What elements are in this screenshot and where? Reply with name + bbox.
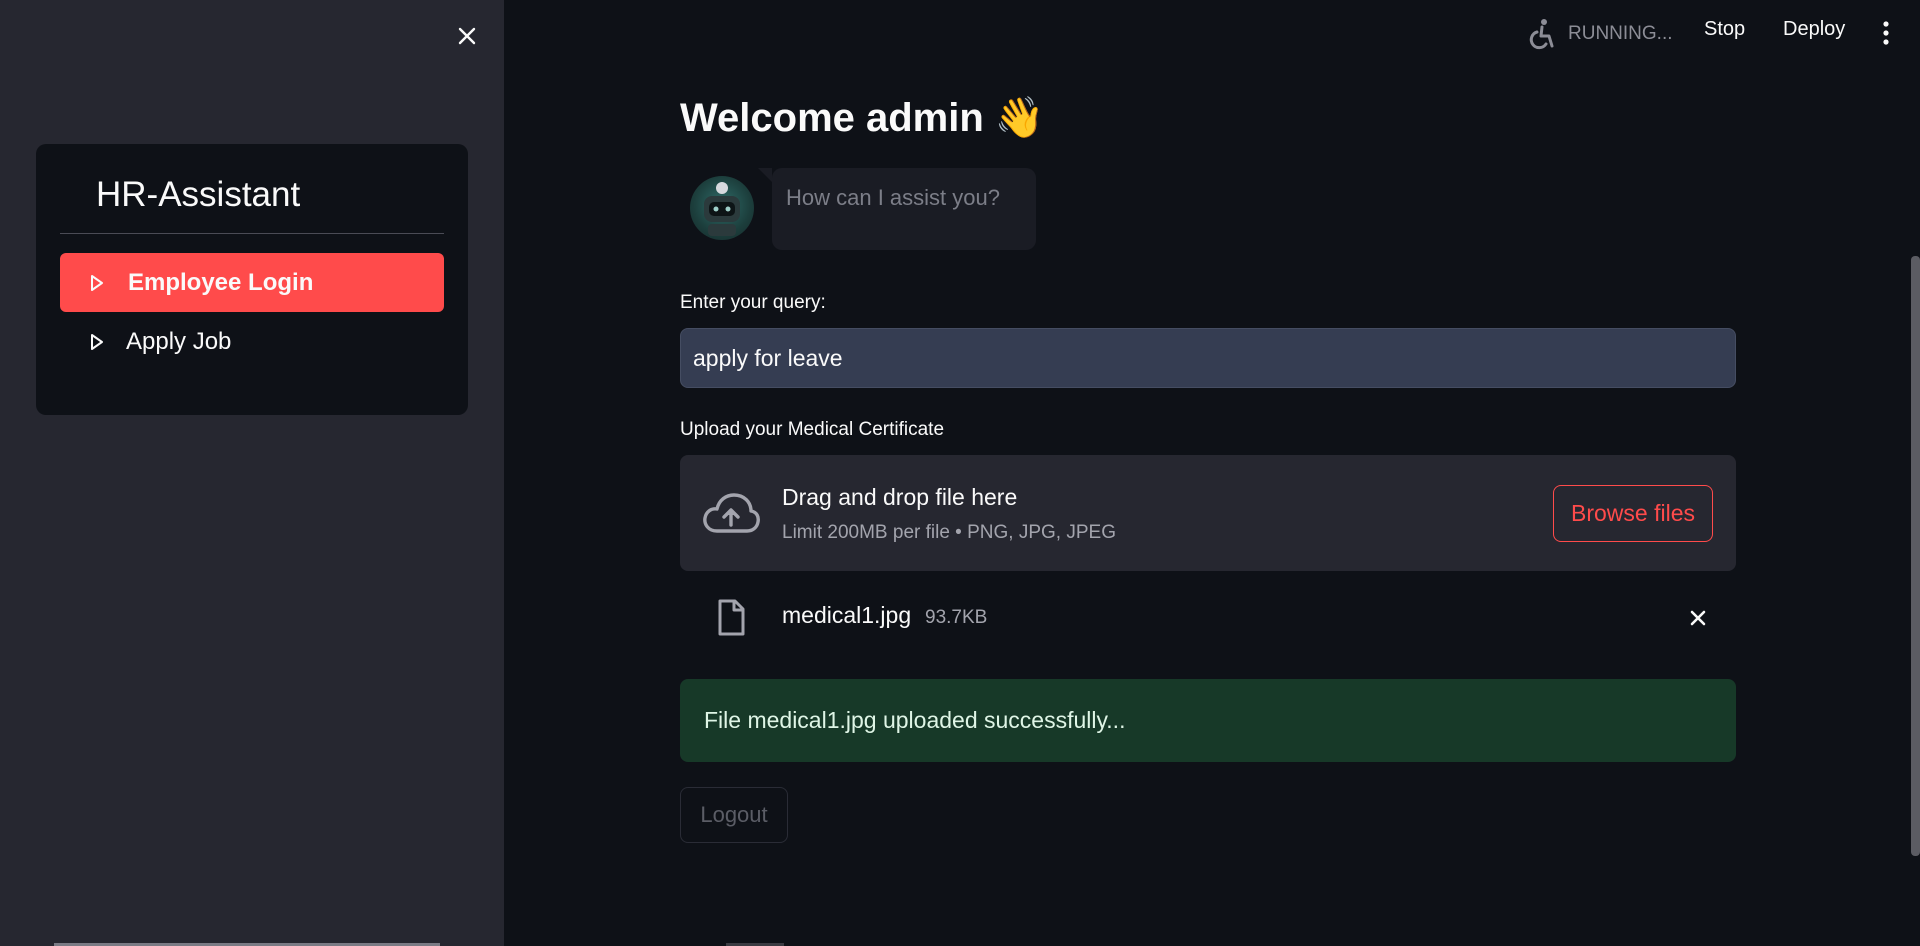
status-text: RUNNING... (1568, 23, 1673, 44)
file-name: medical1.jpg (782, 602, 912, 628)
menu-title: HR-Assistant (96, 175, 301, 214)
dropzone-title: Drag and drop file here (782, 484, 1018, 510)
file-dropzone[interactable]: Drag and drop file here Limit 200MB per … (680, 455, 1736, 571)
logout-button[interactable]: Logout (680, 787, 788, 843)
deploy-button[interactable]: Deploy (1783, 18, 1845, 41)
success-alert: File medical1.jpg uploaded successfully.… (680, 679, 1736, 762)
assistant-message: How can I assist you? (758, 168, 1036, 250)
upload-label: Upload your Medical Certificate (680, 419, 945, 440)
sidebar: Employee Login Apply Job HR-Assistant (0, 0, 504, 946)
menu-item-apply-job[interactable]: Apply Job (60, 312, 444, 371)
stop-button[interactable]: Stop (1704, 18, 1745, 41)
assistant-avatar (690, 176, 754, 240)
file-size: 93.7KB (925, 607, 988, 628)
browse-files-button[interactable]: Browse files (1553, 485, 1713, 542)
menu-item-label: Apply Job (126, 327, 232, 355)
robot-icon (704, 182, 740, 236)
play-icon (90, 333, 104, 351)
close-icon (458, 27, 476, 45)
menu-item-label: Employee Login (128, 268, 314, 296)
close-icon (1690, 610, 1706, 626)
uploaded-file-row: medical1.jpg 93.7KB (680, 590, 1736, 646)
menu-divider (60, 233, 444, 234)
close-sidebar-button[interactable] (451, 20, 483, 52)
cloud-upload-icon (703, 493, 760, 533)
query-input[interactable]: apply for leave (680, 328, 1736, 388)
assistant-message-text: How can I assist you? (786, 185, 1000, 210)
file-icon (718, 599, 745, 636)
main-scrollbar[interactable] (1911, 256, 1920, 856)
dropzone-limits: Limit 200MB per file • PNG, JPG, JPEG (782, 522, 1116, 543)
kebab-menu-icon (1883, 21, 1889, 45)
main-menu-button[interactable] (1878, 20, 1894, 48)
remove-file-button[interactable] (1684, 604, 1712, 632)
page-title: Welcome admin 👋 (680, 96, 1045, 140)
running-status: RUNNING... (1528, 16, 1674, 52)
bubble-tail (758, 168, 772, 182)
running-icon (1529, 19, 1554, 50)
play-icon (90, 274, 104, 292)
menu-item-employee-login[interactable]: Employee Login (60, 253, 444, 312)
query-label: Enter your query: (680, 292, 826, 313)
